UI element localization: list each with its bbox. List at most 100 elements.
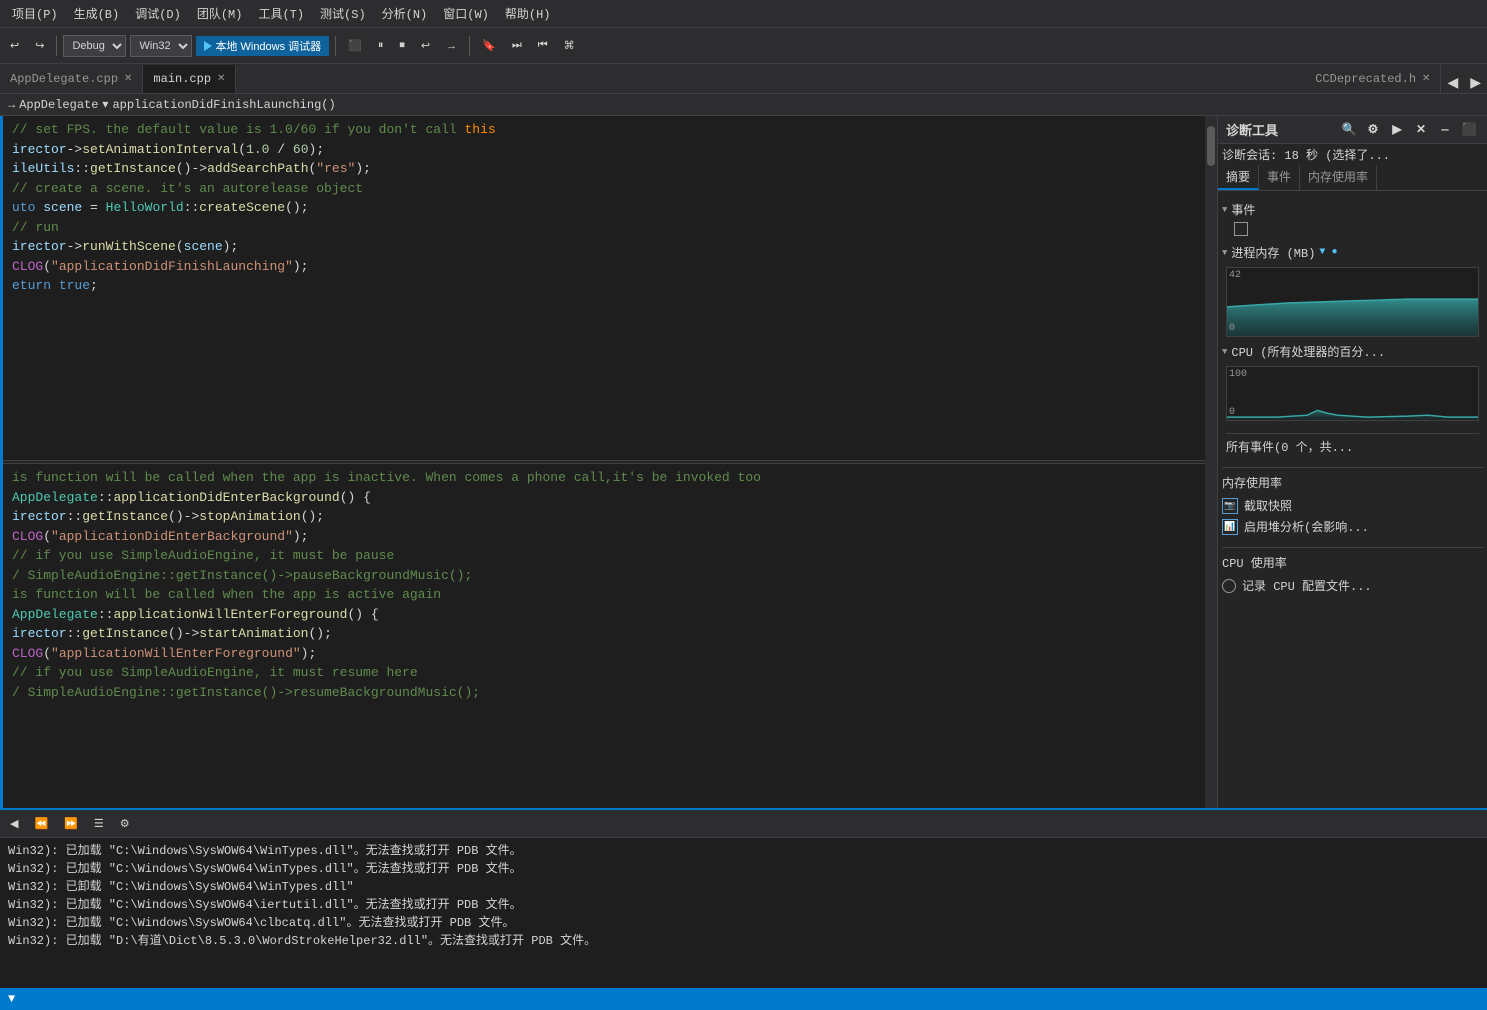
diag-icon-5[interactable]: — (1435, 120, 1455, 140)
undo-button[interactable]: ↩ (4, 37, 25, 54)
menu-window[interactable]: 窗口(W) (435, 3, 497, 24)
output-line-6: Win32): 已加载 "D:\有道\Dict\8.5.3.0\WordStro… (8, 932, 1479, 950)
memory-min-label: 0 (1229, 323, 1235, 334)
cpu-label: CPU (所有处理器的百分... (1231, 343, 1385, 360)
events-icon (1234, 222, 1248, 236)
debug-mode-select[interactable]: Debug (63, 35, 126, 57)
output-toolbar-btn-5[interactable]: ⚙ (114, 815, 136, 832)
code-line: uto scene = HelloWorld::createScene(); (8, 198, 1217, 218)
memory-label: 进程内存 (MB) (1231, 244, 1315, 261)
diag-icon-1[interactable]: 🔍 (1339, 120, 1359, 140)
play-icon (204, 41, 212, 51)
separator-2 (335, 36, 336, 56)
tab-main-close[interactable]: ✕ (217, 73, 225, 85)
cpu-chart: 100 0 (1226, 366, 1479, 421)
output-toolbar-btn-2[interactable]: ⏪ (28, 815, 54, 832)
diag-icon-2[interactable]: ⚙ (1363, 120, 1383, 140)
toolbar-icon-5[interactable]: → (440, 38, 463, 54)
code-line: AppDelegate::applicationDidEnterBackgrou… (8, 488, 1217, 508)
events-detail-section: 所有事件(0 个，共... (1222, 425, 1483, 463)
output-line-3: Win32): 已卸载 "C:\Windows\SysWOW64\WinType… (8, 878, 1479, 896)
breadcrumb-class[interactable]: AppDelegate (19, 98, 98, 112)
cpu-chart-svg (1227, 367, 1478, 420)
menu-debug[interactable]: 调试(D) (127, 3, 189, 24)
editor-area[interactable]: // set FPS. the default value is 1.0/60 … (0, 116, 1217, 808)
breadcrumb: → AppDelegate ▾ applicationDidFinishLaun… (0, 94, 1487, 116)
scrollbar-thumb[interactable] (1207, 126, 1215, 166)
code-line: / SimpleAudioEngine::getInstance()->resu… (8, 683, 1217, 703)
diag-tab-summary[interactable]: 摘要 (1218, 165, 1259, 190)
code-line: CLOG("applicationDidFinishLaunching"); (8, 257, 1217, 277)
memory-chart: 42 0 (1226, 267, 1479, 337)
toolbar-icon-6[interactable]: ⏭ (506, 37, 528, 54)
code-line: irector->runWithScene(scene); (8, 237, 1217, 257)
memory-usage-label: 内存使用率 (1222, 472, 1483, 493)
output-toolbar-btn-1[interactable]: ◀ (4, 815, 24, 832)
diag-tab-memory[interactable]: 内存使用率 (1300, 165, 1377, 190)
memory-section: ▼ 进程内存 (MB) ▼ ● 42 0 (1222, 242, 1483, 337)
tab-appdelegate-close[interactable]: ✕ (124, 73, 132, 85)
code-line: irector->setAnimationInterval(1.0 / 60); (8, 140, 1217, 160)
diag-icon-3[interactable]: ▶ (1387, 120, 1407, 140)
code-line: irector::getInstance()->startAnimation()… (8, 624, 1217, 644)
indent-guide (0, 116, 3, 808)
output-toolbar: ◀ ⏪ ⏩ ☰ ⚙ (0, 810, 1487, 838)
run-button[interactable]: 本地 Windows 调试器 (196, 36, 329, 56)
toolbar-icon-2[interactable]: ⏸ (372, 37, 390, 54)
toolbar-icon-8[interactable]: ⌘ (558, 37, 581, 54)
diag-icon-4[interactable]: ✕ (1411, 120, 1431, 140)
memory-arrow: ▼ (1319, 247, 1325, 258)
memory-usage-section: 内存使用率 📷 截取快照 📊 启用堆分析(会影响... (1222, 467, 1483, 543)
bookmark-button[interactable]: 🔖 (476, 37, 502, 54)
memory-dot: ● (1331, 247, 1337, 258)
memory-header: ▼ 进程内存 (MB) ▼ ● (1222, 242, 1483, 263)
menu-team[interactable]: 团队(M) (189, 3, 251, 24)
diagnostics-panel: 诊断工具 🔍 ⚙ ▶ ✕ — ⬛ 诊断会话: 18 秒 (选择了... 摘要 事… (1217, 116, 1487, 808)
events-header: ▼ 事件 (1222, 199, 1483, 220)
toolbar-icon-4[interactable]: ↩ (415, 37, 436, 54)
cpu-max-label: 100 (1229, 369, 1247, 380)
output-panel: ◀ ⏪ ⏩ ☰ ⚙ Win32): 已加载 "C:\Windows\SysWOW… (0, 808, 1487, 988)
menu-analyze[interactable]: 分析(N) (374, 3, 436, 24)
snapshot-button[interactable]: 📷 截取快照 (1222, 497, 1483, 514)
output-toolbar-btn-4[interactable]: ☰ (88, 815, 110, 832)
menu-tools[interactable]: 工具(T) (250, 3, 312, 24)
code-line: AppDelegate::applicationWillEnterForegro… (8, 605, 1217, 625)
menu-test[interactable]: 测试(S) (312, 3, 374, 24)
tab-ccdeprecated-close[interactable]: ✕ (1422, 73, 1430, 85)
tab-ccdeprecated[interactable]: CCDeprecated.h ✕ (1305, 65, 1441, 93)
tab-main[interactable]: main.cpp ✕ (143, 65, 236, 93)
menu-project[interactable]: 项目(P) (4, 3, 66, 24)
code-line: // run (8, 218, 1217, 238)
code-line: CLOG("applicationDidEnterBackground"); (8, 527, 1217, 547)
toolbar-icon-1[interactable]: ⬛ (342, 37, 368, 54)
vertical-scrollbar[interactable] (1205, 116, 1217, 808)
code-line: eturn true; (8, 276, 1217, 296)
menu-help[interactable]: 帮助(H) (497, 3, 559, 24)
main-layout: // set FPS. the default value is 1.0/60 … (0, 116, 1487, 808)
tab-appdelegate[interactable]: AppDelegate.cpp ✕ (0, 65, 143, 93)
breadcrumb-method[interactable]: applicationDidFinishLaunching() (112, 98, 335, 112)
platform-select[interactable]: Win32 (130, 35, 192, 57)
toolbar: ↩ ↪ Debug Win32 本地 Windows 调试器 ⬛ ⏸ ⏹ ↩ →… (0, 28, 1487, 64)
code-line: is function will be called when the app … (8, 468, 1217, 488)
redo-button[interactable]: ↪ (29, 37, 50, 54)
toolbar-icon-7[interactable]: ⏮ (532, 37, 554, 54)
diag-icon-6[interactable]: ⬛ (1459, 120, 1479, 140)
menu-build[interactable]: 生成(B) (66, 3, 128, 24)
output-toolbar-btn-3[interactable]: ⏩ (58, 815, 84, 832)
toolbar-icon-3[interactable]: ⏹ (393, 37, 411, 54)
diag-tab-events[interactable]: 事件 (1259, 165, 1300, 190)
cpu-header: ▼ CPU (所有处理器的百分... (1222, 341, 1483, 362)
cpu-min-label: 0 (1229, 407, 1235, 418)
tab-ccdeprecated-label: CCDeprecated.h (1315, 72, 1416, 86)
heap-analyze-button[interactable]: 📊 启用堆分析(会影响... (1222, 518, 1483, 535)
events-section: ▼ 事件 (1222, 199, 1483, 238)
memory-actions: 📷 截取快照 📊 启用堆分析(会影响... (1222, 493, 1483, 539)
cpu-record-icon (1222, 579, 1236, 593)
status-text: ▼ (8, 992, 15, 1006)
cpu-record-button[interactable]: 记录 CPU 配置文件... (1222, 573, 1483, 598)
tab-scroll-right[interactable]: ▶ (1464, 72, 1487, 93)
tab-scroll-left[interactable]: ◀ (1441, 72, 1464, 93)
events-triangle: ▼ (1222, 205, 1227, 215)
